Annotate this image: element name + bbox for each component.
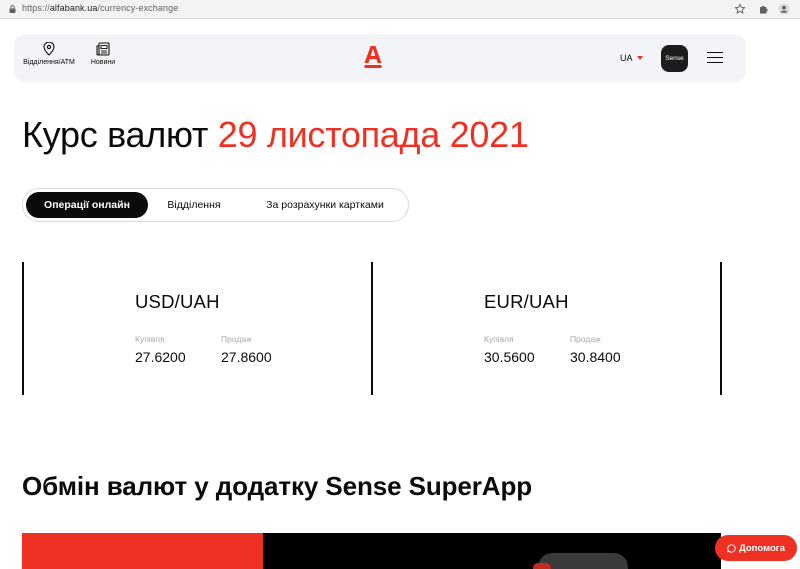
- card-divider: [720, 262, 722, 395]
- tab-online-operations[interactable]: Операції онлайн: [26, 192, 148, 218]
- sell-label: Продаж: [570, 334, 601, 344]
- promo-banner-right: [263, 533, 721, 569]
- buy-label: Купівля: [135, 334, 165, 344]
- nav-news-label: Новини: [90, 59, 116, 66]
- buy-rate: 30.5600: [484, 349, 535, 365]
- language-selector[interactable]: UA: [620, 53, 643, 63]
- url-domain: alfabank.ua: [49, 3, 98, 13]
- caret-down-icon: [636, 56, 643, 60]
- profile-icon[interactable]: [778, 3, 790, 15]
- page-title-date: 29 листопада 2021: [217, 114, 529, 155]
- currency-pair: USD/UAH: [135, 291, 220, 312]
- newspaper-icon: [96, 42, 110, 56]
- sense-app-button[interactable]: Sense: [661, 45, 688, 72]
- location-pin-icon: [43, 42, 55, 56]
- page-title-main: Курс валют: [22, 114, 209, 155]
- sell-rate: 27.8600: [221, 349, 272, 365]
- extensions-icon[interactable]: [758, 3, 770, 15]
- buy-rate: 27.6200: [135, 349, 186, 365]
- language-label: UA: [620, 53, 633, 63]
- nav-branches-label: Відділення/ATM: [23, 59, 75, 66]
- site-header: Відділення/ATM Новини UA Sense: [14, 34, 746, 82]
- sell-rate: 30.8400: [570, 349, 621, 365]
- promo-banner-left: [22, 533, 263, 569]
- lock-icon: [9, 5, 16, 13]
- buy-label: Купівля: [484, 334, 514, 344]
- sell-label: Продаж: [221, 334, 252, 344]
- alfa-bank-logo[interactable]: [363, 45, 383, 69]
- url-prefix: https://: [22, 3, 50, 13]
- page-root: https://alfabank.ua/currency-exchange Ві…: [0, 0, 800, 569]
- star-icon[interactable]: [734, 3, 746, 15]
- help-button[interactable]: Допомога: [715, 535, 797, 561]
- tab-branches[interactable]: Відділення: [155, 192, 233, 218]
- page-title: Курс валют 29 листопада 2021: [22, 114, 529, 156]
- tab-card-payments[interactable]: За розрахунки картками: [245, 192, 405, 218]
- section-title: Обмін валют у додатку Sense SuperApp: [22, 471, 533, 501]
- url-path: /currency-exchange: [97, 3, 179, 13]
- hamburger-menu-icon[interactable]: [707, 52, 723, 64]
- currency-pair: EUR/UAH: [484, 291, 569, 312]
- phone-image: [538, 553, 628, 569]
- browser-address-bar[interactable]: https://alfabank.ua/currency-exchange: [0, 0, 800, 19]
- url-text[interactable]: https://alfabank.ua/currency-exchange: [22, 3, 178, 13]
- phone-highlight: [533, 563, 551, 569]
- chat-bubble-icon: [727, 543, 736, 553]
- exchange-type-tabs: Операції онлайн Відділення За розрахунки…: [22, 188, 409, 222]
- nav-branches-atm[interactable]: Відділення/ATM: [21, 42, 77, 66]
- card-divider: [371, 262, 373, 395]
- help-label: Допомога: [738, 542, 786, 554]
- nav-news[interactable]: Новини: [88, 42, 118, 66]
- card-divider: [22, 262, 24, 395]
